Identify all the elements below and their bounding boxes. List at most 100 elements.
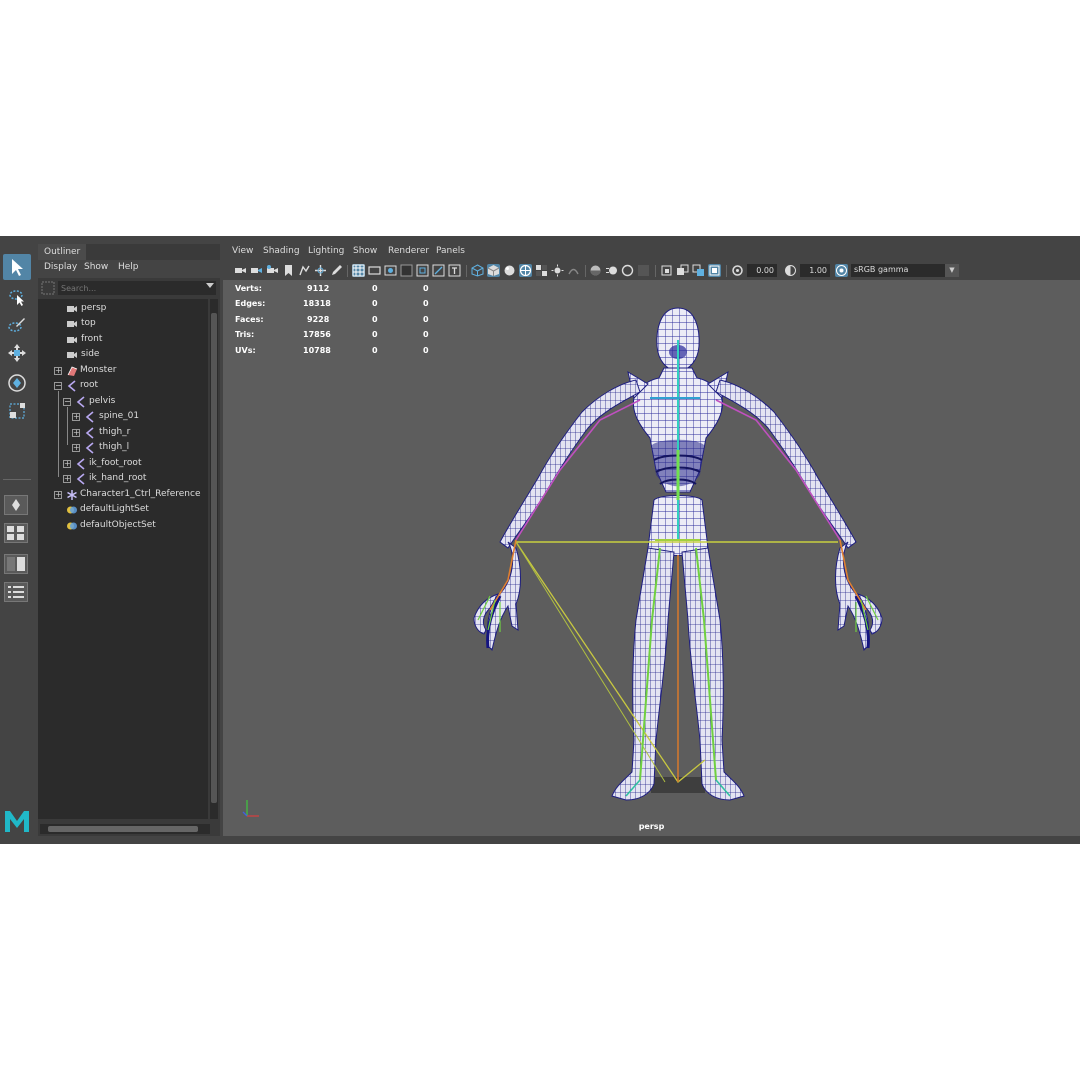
rotate-icon	[8, 374, 26, 392]
menu-display[interactable]: Display	[44, 262, 77, 272]
menu-show[interactable]: Show	[84, 262, 108, 272]
outliner-item-label: spine_01	[99, 411, 140, 421]
two-view-layout-button[interactable]	[4, 554, 28, 574]
outliner-item-thigh-r[interactable]: + thigh_r	[38, 426, 208, 441]
outliner-item-label: pelvis	[89, 396, 116, 406]
layout-quad-icon	[7, 526, 24, 540]
search-dropdown-icon[interactable]	[206, 283, 214, 288]
move-arrows-icon	[8, 344, 26, 362]
menu-help[interactable]: Help	[118, 262, 139, 272]
asterisk-icon	[67, 490, 77, 500]
outliner-item-spine-01[interactable]: + spine_01	[38, 410, 208, 425]
outliner-item-label: ik_hand_root	[89, 473, 147, 483]
expand-toggle[interactable]: +	[72, 444, 80, 452]
select-arrow-icon	[12, 259, 23, 276]
outliner-menu-bar: Display Show Help	[38, 260, 220, 278]
expand-toggle[interactable]: +	[63, 460, 71, 468]
mesh-icon	[67, 366, 78, 376]
collapse-toggle[interactable]: −	[63, 398, 71, 406]
outliner-tab[interactable]: Outliner	[38, 244, 86, 260]
outliner-item-label: root	[80, 380, 99, 390]
outliner-horizontal-scrollbar[interactable]	[40, 824, 210, 834]
toolbox-divider	[3, 479, 31, 480]
outliner-item-label: top	[81, 318, 96, 328]
outliner-item-label: thigh_r	[99, 427, 131, 437]
scale-icon	[9, 403, 25, 419]
outliner-item-label: thigh_l	[99, 442, 130, 452]
scrollbar-thumb[interactable]	[48, 826, 198, 832]
viewport-panel: View Shading Lighting Show Renderer Pane…	[223, 244, 1080, 836]
toolbox	[0, 236, 36, 844]
rotate-tool-button[interactable]	[3, 370, 31, 396]
camera-name-label: persp	[638, 822, 665, 831]
outliner-item-default-object-set[interactable]: defaultObjectSet	[38, 519, 208, 534]
outliner-tree: persp top front side + Monster − root − …	[38, 299, 208, 819]
expand-toggle[interactable]: +	[54, 367, 62, 375]
outliner-item-pelvis[interactable]: − pelvis	[38, 395, 208, 410]
filter-icon[interactable]	[41, 281, 55, 295]
camera-icon	[67, 337, 77, 343]
maya-window: Outliner Display Show Help persp top fro…	[0, 236, 1080, 844]
outliner-item-label: side	[81, 349, 100, 359]
set-icon	[67, 506, 77, 514]
joint-icon	[85, 427, 94, 439]
maya-logo-icon	[5, 811, 29, 832]
outliner-item-default-light-set[interactable]: defaultLightSet	[38, 503, 208, 518]
scale-tool-button[interactable]	[3, 398, 31, 424]
maya-logo	[3, 808, 31, 834]
outliner-item-monster[interactable]: + Monster	[38, 364, 208, 379]
select-tool-button[interactable]	[3, 254, 31, 280]
outliner-search-input[interactable]	[58, 281, 216, 295]
outliner-item-root[interactable]: − root	[38, 379, 208, 394]
outliner-item-label: persp	[81, 303, 107, 313]
outliner-item-thigh-l[interactable]: + thigh_l	[38, 441, 208, 456]
joint-icon	[76, 458, 85, 470]
camera-icon	[67, 321, 77, 327]
outliner-item-label: defaultObjectSet	[80, 520, 156, 530]
viewport-scene[interactable]	[223, 244, 1080, 836]
joint-icon	[85, 442, 94, 454]
joint-icon	[85, 411, 94, 423]
outliner-item-label: ik_foot_root	[89, 458, 142, 468]
outliner-item-front[interactable]: front	[38, 333, 208, 348]
outliner-item-label: defaultLightSet	[80, 504, 149, 514]
scrollbar-thumb[interactable]	[211, 313, 217, 803]
expand-toggle[interactable]: +	[54, 491, 62, 499]
outliner-item-label: front	[81, 334, 103, 344]
layout-split-icon	[7, 557, 25, 571]
four-view-layout-button[interactable]	[4, 523, 28, 543]
collapse-toggle[interactable]: −	[54, 382, 62, 390]
outliner-item-character-ctrl-reference[interactable]: + Character1_Ctrl_Reference	[38, 488, 208, 503]
outliner-item-ik-hand-root[interactable]: + ik_hand_root	[38, 472, 208, 487]
expand-toggle[interactable]: +	[72, 429, 80, 437]
camera-icon	[67, 352, 77, 358]
outliner-search	[40, 279, 218, 297]
layout-single-icon	[12, 499, 20, 511]
joint-icon	[76, 473, 85, 485]
expand-toggle[interactable]: +	[63, 475, 71, 483]
single-view-layout-button[interactable]	[4, 495, 28, 515]
joint-icon	[76, 396, 85, 408]
lasso-icon	[9, 290, 24, 306]
outliner-item-top[interactable]: top	[38, 317, 208, 332]
list-icon	[8, 586, 24, 598]
set-icon	[67, 522, 77, 530]
status-strip	[0, 836, 1080, 844]
skeleton-rig[interactable]	[477, 340, 879, 797]
outliner-item-label: Monster	[80, 365, 117, 375]
lasso-tool-button[interactable]	[3, 284, 31, 310]
move-tool-button[interactable]	[3, 340, 31, 366]
outliner-panel: Outliner Display Show Help persp top fro…	[38, 244, 220, 836]
outliner-item-ik-foot-root[interactable]: + ik_foot_root	[38, 457, 208, 472]
expand-toggle[interactable]: +	[72, 413, 80, 421]
axis-gizmo	[242, 800, 259, 817]
paint-brush-icon	[8, 318, 25, 332]
outliner-item-persp[interactable]: persp	[38, 302, 208, 317]
outliner-vertical-scrollbar[interactable]	[210, 299, 218, 819]
outliner-item-side[interactable]: side	[38, 348, 208, 363]
joint-icon	[67, 380, 76, 392]
outliner-layout-button[interactable]	[4, 582, 28, 602]
paint-select-tool-button[interactable]	[3, 312, 31, 338]
outliner-item-label: Character1_Ctrl_Reference	[80, 489, 201, 499]
camera-icon	[67, 306, 77, 312]
